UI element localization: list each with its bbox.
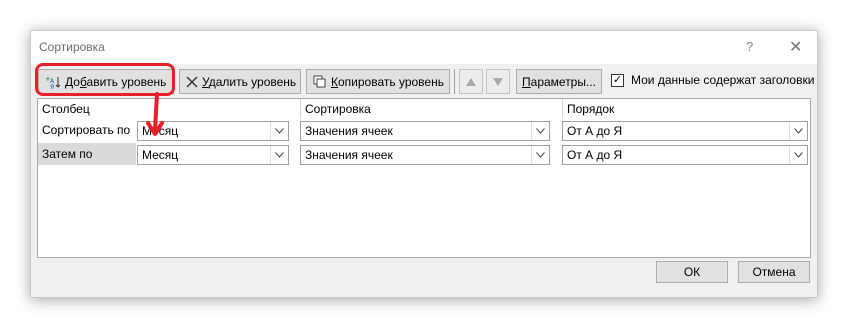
chevron-down-icon[interactable] — [270, 146, 288, 164]
chevron-down-icon[interactable] — [789, 146, 807, 164]
row-label-then-by: Затем по — [38, 143, 136, 165]
move-up-button[interactable] — [459, 69, 483, 94]
delete-icon — [186, 76, 198, 88]
delete-level-label: Удалить уровень — [202, 74, 297, 89]
chevron-down-icon[interactable] — [531, 122, 549, 140]
dialog-title: Сортировка — [39, 40, 105, 54]
ok-button[interactable]: ОК — [656, 261, 728, 283]
order-combo-1[interactable]: От А до Я — [562, 121, 808, 141]
options-button[interactable]: Параметры... — [516, 69, 602, 94]
copy-icon — [313, 75, 327, 88]
triangle-up-icon — [466, 75, 476, 89]
order-combo-value: От А до Я — [567, 124, 623, 138]
copy-level-label: Копировать уровень — [331, 74, 444, 89]
red-arrow-icon — [146, 92, 164, 136]
headers-checkbox[interactable]: ✓ — [611, 73, 624, 87]
chevron-down-icon[interactable] — [531, 146, 549, 164]
sort-on-combo-value: Значения ячеек — [305, 148, 393, 162]
column-combo-value: Месяц — [142, 148, 179, 162]
sort-on-combo-1[interactable]: Значения ячеек — [300, 121, 550, 141]
sort-on-header: Сортировка — [300, 99, 562, 119]
close-icon[interactable]: ✕ — [789, 37, 802, 57]
order-header: Порядок — [562, 99, 810, 119]
sort-on-combo-2[interactable]: Значения ячеек — [300, 145, 550, 165]
move-down-button[interactable] — [486, 69, 510, 94]
options-label: Параметры... — [522, 74, 596, 89]
sort-on-combo-value: Значения ячеек — [305, 124, 393, 138]
copy-level-button[interactable]: Копировать уровень — [306, 69, 450, 94]
chevron-down-icon[interactable] — [789, 122, 807, 140]
checkmark-icon: ✓ — [612, 73, 623, 86]
order-combo-2[interactable]: От А до Я — [562, 145, 808, 165]
order-combo-value: От А до Я — [567, 148, 623, 162]
cancel-button[interactable]: Отмена — [738, 261, 810, 283]
chevron-down-icon[interactable] — [270, 122, 288, 140]
title-bar: Сортировка ? ✕ — [31, 31, 817, 64]
help-button[interactable]: ? — [746, 39, 753, 54]
triangle-down-icon — [493, 75, 503, 89]
toolbar-separator — [454, 69, 455, 94]
headers-checkbox-row[interactable]: ✓ Мои данные содержат заголовки — [611, 73, 814, 87]
headers-checkbox-label: Мои данные содержат заголовки — [631, 73, 815, 87]
delete-level-button[interactable]: Удалить уровень — [179, 69, 301, 94]
column-combo-2[interactable]: Месяц — [137, 145, 289, 165]
row-label-sort-by: Сортировать по — [42, 123, 131, 137]
